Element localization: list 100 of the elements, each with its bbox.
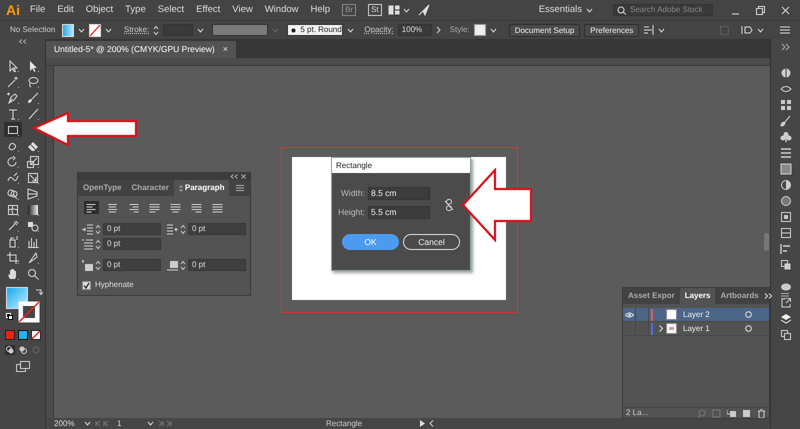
menu-item[interactable]: Edit — [51, 1, 80, 19]
layer-row[interactable]: Layer 1 — [623, 322, 769, 336]
spinner-icon[interactable] — [95, 260, 101, 270]
export-icon[interactable] — [780, 297, 792, 309]
spinner-icon[interactable] — [95, 238, 101, 250]
panel-tab[interactable]: Paragraph — [174, 180, 230, 196]
swap-icon[interactable] — [34, 288, 42, 295]
stroke-label[interactable]: Stroke: — [124, 24, 150, 36]
document-setup-button[interactable]: Document Setup — [508, 24, 580, 36]
stock-button[interactable]: St — [368, 4, 382, 16]
right-indent-field[interactable]: 0 pt — [188, 223, 246, 235]
restore-icon[interactable] — [756, 6, 765, 14]
align-panel-icon[interactable] — [780, 243, 792, 255]
menu-item[interactable]: Effect — [190, 1, 226, 19]
search-field[interactable]: Search Adobe Stock — [613, 4, 713, 16]
preferences-button[interactable]: Preferences — [584, 24, 640, 36]
panel-tab[interactable]: Artboards — [715, 288, 764, 304]
menu-icon[interactable] — [780, 26, 790, 34]
space-after-field[interactable]: 0 pt — [188, 259, 246, 271]
new-sublayer-icon[interactable] — [727, 408, 736, 418]
spinner-icon[interactable] — [180, 224, 186, 234]
hyphenate-checkbox[interactable] — [82, 280, 91, 290]
tab-close-button[interactable]: × — [222, 45, 228, 54]
panel-menu-icon[interactable] — [780, 293, 789, 299]
new-layer-icon[interactable] — [742, 408, 751, 418]
play-icon[interactable] — [420, 420, 425, 427]
pathfinder-icon[interactable] — [780, 259, 792, 271]
zoom-field[interactable]: 200% — [54, 418, 80, 429]
color-icon[interactable] — [780, 67, 792, 79]
align-center-button[interactable] — [105, 201, 120, 214]
layout-icon[interactable] — [388, 5, 400, 15]
menu-item[interactable]: Help — [304, 1, 336, 19]
menu-item[interactable]: Type — [119, 1, 152, 19]
gradient-panel-icon[interactable] — [780, 163, 792, 175]
align-justify-left-button[interactable] — [147, 201, 162, 214]
none-mode-button[interactable] — [30, 330, 40, 340]
panel-tab[interactable]: Asset Expor — [623, 288, 680, 304]
menu-item[interactable]: Window — [258, 1, 305, 19]
screen-mode-button[interactable] — [16, 361, 30, 372]
left-indent-field[interactable]: 0 pt — [103, 223, 161, 235]
stroke-icon[interactable] — [780, 147, 792, 159]
stroke-swatch[interactable] — [89, 24, 101, 36]
spinner-icon[interactable] — [153, 24, 160, 36]
spinner-icon[interactable] — [180, 260, 186, 270]
collapse-icon[interactable] — [18, 39, 28, 44]
layout-panel-icon[interactable] — [780, 227, 792, 239]
rectangle-tool[interactable] — [4, 122, 22, 137]
menu-item[interactable]: File — [24, 1, 52, 19]
first-line-indent-field[interactable]: 0 pt — [103, 238, 161, 250]
dimension-field[interactable]: 5.5 cm — [368, 206, 430, 219]
close-icon[interactable] — [781, 6, 790, 14]
draw-behind-button[interactable] — [18, 345, 28, 355]
constrain-proportions-icon[interactable] — [444, 199, 454, 211]
isolate-icon[interactable] — [741, 25, 753, 35]
appearance-icon[interactable] — [780, 195, 792, 207]
close-icon[interactable] — [241, 174, 246, 179]
align-justify-center-button[interactable] — [168, 201, 183, 214]
guide-icon[interactable] — [780, 83, 792, 95]
document-tab-title[interactable]: Untitled-5* @ 200% (CMYK/GPU Preview) — [54, 43, 215, 56]
chevron-left-icon[interactable] — [429, 420, 434, 427]
gradient-mode-button[interactable] — [18, 330, 28, 340]
color-mode-button[interactable] — [4, 330, 14, 340]
delete-icon[interactable] — [757, 408, 766, 418]
graphic-styles-icon[interactable] — [780, 211, 792, 223]
clipping-mask-icon[interactable] — [712, 408, 721, 418]
stroke-color-swatch[interactable] — [18, 301, 40, 323]
expand-icon[interactable] — [764, 293, 773, 299]
profile-dropdown[interactable] — [212, 24, 268, 36]
collapse-icon[interactable] — [230, 174, 238, 179]
style-swatch[interactable] — [474, 24, 486, 36]
align-justify-all-button[interactable] — [210, 201, 225, 214]
artboards-icon[interactable] — [780, 329, 792, 341]
club-icon[interactable] — [780, 131, 792, 143]
cancel-button[interactable]: Cancel — [403, 234, 460, 250]
spinner-icon[interactable] — [95, 224, 101, 234]
brush-icon[interactable] — [780, 115, 792, 127]
align-icon[interactable] — [643, 25, 654, 35]
swatches-icon[interactable] — [780, 99, 792, 111]
opacity-field[interactable]: 100% — [398, 24, 432, 36]
layer-row[interactable]: Layer 2 — [623, 308, 769, 322]
workspace-switcher[interactable]: Essentials — [532, 1, 599, 19]
visibility-icon[interactable] — [624, 312, 634, 318]
menu-item[interactable]: View — [226, 1, 259, 19]
layers-icon[interactable] — [780, 313, 792, 325]
menu-item[interactable]: Select — [152, 1, 190, 19]
libraries-icon[interactable] — [780, 281, 792, 293]
draw-normal-button[interactable] — [4, 345, 14, 355]
panel-tab[interactable]: Layers — [680, 288, 716, 304]
page-field[interactable]: 1 — [117, 418, 143, 429]
space-before-field[interactable]: 0 pt — [103, 259, 161, 271]
chevron-icon[interactable] — [436, 26, 441, 34]
panel-tab[interactable]: Character — [126, 180, 174, 196]
dimension-field[interactable]: 8.5 cm — [368, 187, 430, 200]
default-colors-icon[interactable] — [6, 313, 12, 320]
align-justify-right-button[interactable] — [189, 201, 204, 214]
send-icon[interactable] — [418, 4, 430, 16]
panel-menu-icon[interactable] — [236, 185, 244, 191]
align-left-button[interactable] — [84, 201, 99, 214]
opacity-label[interactable]: Opacity: — [364, 24, 394, 36]
panel-tab[interactable]: OpenType — [78, 180, 127, 196]
